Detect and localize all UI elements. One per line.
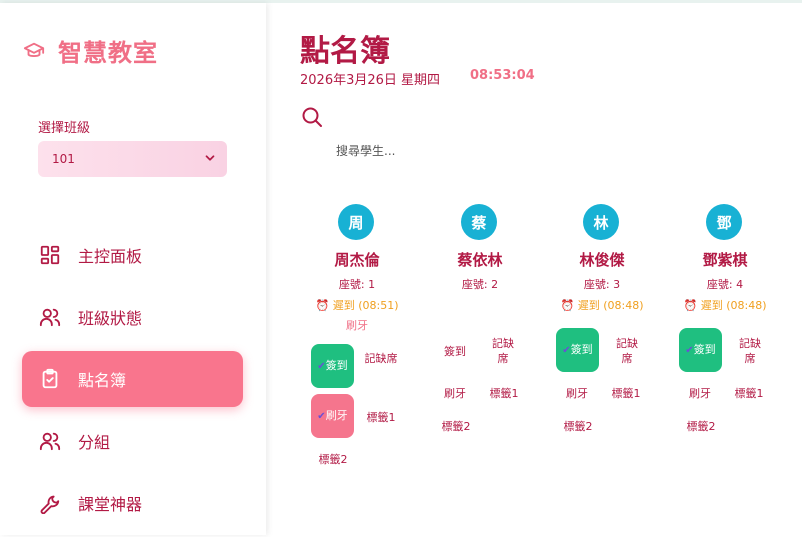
absent-button[interactable]: 記缺席 (363, 351, 399, 366)
absent-button[interactable]: 記缺席 (488, 336, 518, 366)
avatar: 周 (338, 204, 374, 240)
brush-teeth-button[interactable]: 刷牙 (560, 386, 594, 401)
check-icon: ✔ (685, 345, 694, 356)
button-label: 刷牙 (325, 409, 348, 422)
button-label: 簽到 (325, 359, 348, 372)
page-title: 點名簿 (300, 34, 390, 69)
checkin-button[interactable]: ✔簽到 (311, 344, 354, 388)
alarm-clock-icon: ⏰ (315, 299, 330, 312)
seat-number: 座號: 1 (338, 278, 376, 291)
class-select[interactable]: 101 (38, 141, 227, 177)
sidebar-item-tools[interactable]: 課堂神器 (22, 475, 243, 531)
student-name: 周杰倫 (334, 251, 380, 269)
avatar: 林 (583, 204, 619, 240)
search-input[interactable] (330, 138, 550, 164)
seat-number: 座號: 3 (583, 278, 621, 291)
student-name: 鄧紫棋 (702, 251, 748, 269)
late-text: 遲到 (08:48) (700, 299, 767, 312)
graduation-cap-icon (22, 39, 46, 63)
tag2-button[interactable]: 標籤2 (681, 419, 721, 434)
dashboard-icon (38, 243, 62, 267)
check-icon: ✔ (317, 411, 326, 422)
sidebar-item-label: 主控面板 (78, 247, 143, 266)
alarm-clock-icon: ⏰ (683, 299, 698, 312)
late-text: 遲到 (08:51) (332, 299, 399, 312)
absent-button[interactable]: 記缺席 (735, 336, 765, 366)
brand: 智慧教室 (22, 33, 158, 68)
class-select-value: 101 (52, 152, 75, 166)
checkin-button[interactable]: ✔簽到 (679, 328, 722, 372)
current-time: 08:53:04 (470, 68, 535, 83)
absent-button[interactable]: 記缺席 (612, 336, 642, 366)
tag1-button[interactable]: 標籤1 (486, 386, 522, 401)
sidebar-item-label: 分組 (78, 433, 111, 452)
student-name: 林俊傑 (579, 251, 625, 269)
status-note: 刷牙 (346, 319, 368, 332)
student-name: 蔡依林 (457, 251, 503, 269)
sidebar-item-label: 點名簿 (78, 371, 127, 390)
tag2-button[interactable]: 標籤2 (313, 452, 353, 467)
brush-teeth-button[interactable]: 刷牙 (438, 386, 472, 401)
wrench-icon (38, 491, 62, 515)
sidebar-item-dashboard[interactable]: 主控面板 (22, 227, 243, 283)
avatar: 蔡 (461, 204, 497, 240)
late-status: ⏰ 遲到 (08:51) (297, 297, 417, 313)
checkin-button[interactable]: 簽到 (438, 344, 472, 359)
group-icon (38, 429, 62, 453)
tag2-button[interactable]: 標籤2 (436, 419, 476, 434)
sidebar-item-label: 班級狀態 (78, 309, 143, 328)
button-label: 簽到 (693, 343, 716, 356)
check-icon: ✔ (562, 345, 571, 356)
button-label: 簽到 (570, 343, 593, 356)
late-status: ⏰ 遲到 (08:48) (542, 297, 662, 313)
sidebar-nav: 主控面板 班級狀態 點名簿 分組 課堂神器 (22, 227, 243, 537)
seat-number: 座號: 2 (461, 278, 499, 291)
app-title: 智慧教室 (58, 39, 158, 67)
current-date: 2026年3月26日 星期四 (300, 73, 441, 88)
tag1-button[interactable]: 標籤1 (363, 410, 399, 425)
checkin-button[interactable]: ✔簽到 (556, 328, 599, 372)
late-text: 遲到 (08:48) (577, 299, 644, 312)
sidebar-item-class-status[interactable]: 班級狀態 (22, 289, 243, 345)
brush-teeth-button[interactable]: 刷牙 (683, 386, 717, 401)
class-select-label: 選擇班級 (38, 121, 91, 136)
late-status: ⏰ 遲到 (08:48) (665, 297, 785, 313)
tag1-button[interactable]: 標籤1 (608, 386, 644, 401)
tag1-button[interactable]: 標籤1 (731, 386, 767, 401)
alarm-clock-icon: ⏰ (560, 299, 575, 312)
tag2-button[interactable]: 標籤2 (558, 419, 598, 434)
seat-number: 座號: 4 (706, 278, 744, 291)
clipboard-check-icon (38, 367, 62, 391)
sidebar-item-label: 課堂神器 (78, 495, 143, 514)
avatar: 鄧 (706, 204, 742, 240)
check-icon: ✔ (317, 361, 326, 372)
search-icon[interactable] (300, 105, 324, 129)
sidebar-item-groups[interactable]: 分組 (22, 413, 243, 469)
sidebar-item-roll-call[interactable]: 點名簿 (22, 351, 243, 407)
sidebar: 智慧教室 選擇班級 101 主控面板 班級狀態 點名簿 分組 課堂神器 (0, 3, 266, 535)
brush-teeth-button[interactable]: ✔刷牙 (311, 394, 354, 438)
users-icon (38, 305, 62, 329)
chevron-down-icon (203, 151, 217, 168)
